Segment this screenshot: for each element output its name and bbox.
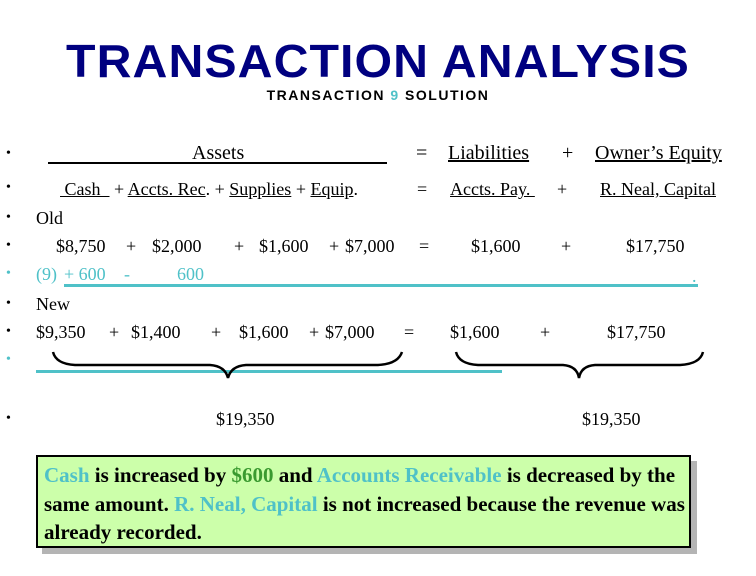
- new-supplies: $1,600: [239, 322, 289, 342]
- assets-total: $19,350: [216, 409, 275, 429]
- liabilities-heading: Liabilities: [448, 142, 530, 164]
- transaction-number: 9: [390, 87, 400, 103]
- subtitle-suffix: SOLUTION: [399, 87, 490, 103]
- period: .: [205, 179, 211, 199]
- supplies-heading: Supplies: [229, 179, 292, 199]
- explanation-note: Cash is increased by $600 and Accounts R…: [36, 455, 691, 548]
- old-accts-rec: $2,000: [152, 236, 202, 256]
- old-equip: $7,000: [345, 236, 395, 256]
- note-amount: $600: [231, 463, 274, 487]
- accts-pay-heading: Accts. Pay.: [450, 179, 535, 199]
- note-capital: R. Neal, Capital: [174, 491, 318, 516]
- bullet-icon: •: [6, 238, 11, 253]
- account-headings-row: Cash + Accts. Rec. + Supplies + Equip.: [60, 179, 358, 200]
- new-accts-pay: $1,600: [450, 322, 500, 342]
- change-accts-rec: 600: [177, 264, 204, 284]
- equals-sign: =: [419, 236, 430, 256]
- new-equip: $7,000: [325, 322, 375, 342]
- equals-sign: =: [417, 179, 428, 199]
- old-supplies: $1,600: [259, 236, 309, 256]
- plus-sign: +: [211, 322, 222, 342]
- plus-sign: +: [126, 236, 137, 256]
- plus-sign: +: [329, 236, 340, 256]
- liab-equity-brace-icon: [454, 351, 705, 379]
- new-label: New: [36, 294, 70, 314]
- owners-equity-heading: Owner’s Equity: [595, 142, 722, 164]
- new-accts-rec: $1,400: [131, 322, 181, 342]
- new-capital: $17,750: [607, 322, 666, 342]
- bullet-icon: •: [6, 180, 11, 195]
- slide-title: TRANSACTION ANALYSIS: [66, 35, 690, 87]
- bullet-icon: •: [6, 146, 11, 161]
- subtitle-prefix: TRANSACTION: [266, 87, 391, 103]
- change-underline: [64, 284, 698, 287]
- plus-sign: +: [295, 179, 306, 199]
- plus-sign: +: [114, 179, 125, 199]
- cash-heading: Cash: [60, 179, 110, 199]
- bullet-icon: •: [6, 324, 11, 339]
- bullet-icon: •: [6, 210, 11, 225]
- bullet-icon: •: [6, 266, 11, 281]
- note-accts-rec: Accounts Receivable: [316, 463, 502, 487]
- old-accts-pay: $1,600: [471, 236, 521, 256]
- note-text: and: [273, 463, 317, 487]
- liab-equity-total: $19,350: [582, 409, 641, 429]
- period: .: [353, 179, 358, 199]
- bullet-icon: •: [6, 296, 11, 311]
- old-cash: $8,750: [56, 236, 106, 256]
- note-cash: Cash: [44, 463, 90, 487]
- plus-sign: +: [234, 236, 245, 256]
- equals-sign: =: [404, 322, 415, 342]
- assets-heading: Assets: [192, 142, 245, 164]
- plus-sign: +: [540, 322, 551, 342]
- transaction-label: (9): [36, 264, 57, 284]
- old-capital: $17,750: [626, 236, 685, 256]
- new-cash: $9,350: [36, 322, 86, 342]
- bullet-icon: •: [6, 411, 11, 426]
- plus-sign: +: [557, 179, 568, 199]
- plus-sign: +: [562, 142, 574, 164]
- plus-sign: +: [214, 179, 225, 199]
- plus-sign: +: [309, 322, 320, 342]
- minus-sign: -: [124, 264, 130, 284]
- capital-heading: R. Neal, Capital: [600, 179, 716, 199]
- bullet-icon: •: [6, 352, 11, 367]
- equals-sign: =: [416, 142, 428, 164]
- slide-subtitle: TRANSACTION 9 SOLUTION: [0, 87, 756, 103]
- accts-rec-heading: Accts. Rec: [127, 179, 206, 199]
- plus-sign: +: [109, 322, 120, 342]
- assets-brace-icon: [51, 351, 404, 379]
- note-text: is increased by: [89, 463, 232, 487]
- change-cash: + 600: [64, 264, 106, 284]
- old-label: Old: [36, 208, 63, 228]
- plus-sign: +: [561, 236, 572, 256]
- equip-heading: Equip: [310, 179, 354, 199]
